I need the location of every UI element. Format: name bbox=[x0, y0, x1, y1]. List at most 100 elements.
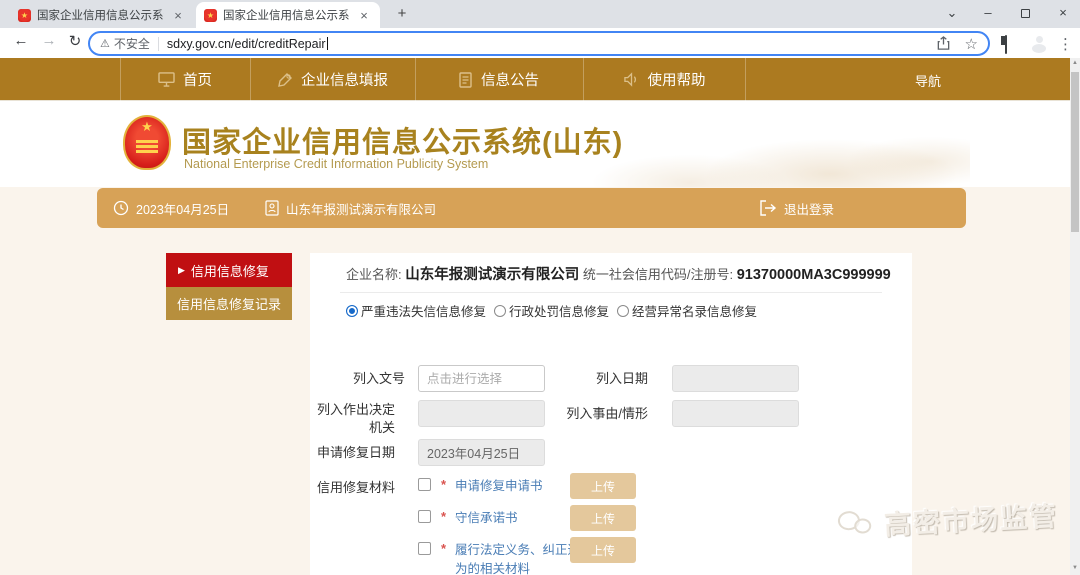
speaker-icon bbox=[623, 72, 640, 87]
nav-item-home[interactable]: 首页 bbox=[120, 58, 250, 101]
nav-divider bbox=[745, 58, 746, 101]
company-name-value: 山东年报测试演示有限公司 bbox=[405, 267, 579, 283]
text-caret bbox=[327, 37, 328, 50]
company-name-label: 企业名称: bbox=[346, 267, 402, 282]
scrollbar-thumb[interactable] bbox=[1071, 72, 1079, 232]
required-asterisk: * bbox=[441, 509, 446, 524]
divider bbox=[340, 292, 882, 293]
tab-title: 国家企业信用信息公示系统 bbox=[37, 7, 164, 23]
list-reason-input bbox=[672, 400, 799, 427]
share-icon[interactable] bbox=[936, 36, 951, 51]
materials-label: 信用修复材料 bbox=[307, 479, 395, 497]
credit-code-label: 统一社会信用代码/注册号: bbox=[583, 267, 733, 282]
radio-abnormal-list[interactable]: 经营异常名录信息修复 bbox=[617, 301, 757, 320]
tab-title: 国家企业信用信息公示系统 bbox=[223, 7, 350, 23]
list-doc-number-input[interactable] bbox=[418, 365, 545, 392]
scroll-down-icon[interactable]: ▼ bbox=[1070, 565, 1080, 571]
window-close-button[interactable]: × bbox=[1052, 4, 1074, 22]
tab-close-icon[interactable]: × bbox=[356, 8, 372, 23]
site-favicon-icon: ★ bbox=[204, 9, 217, 22]
forward-button[interactable]: → bbox=[38, 32, 60, 49]
site-subtitle: National Enterprise Credit Information P… bbox=[184, 157, 488, 171]
company-text: 山东年报测试演示有限公司 bbox=[286, 199, 436, 218]
radio-label: 经营异常名录信息修复 bbox=[632, 301, 757, 320]
header-background-art bbox=[570, 101, 970, 187]
side-panel-icon[interactable] bbox=[1005, 36, 1007, 54]
radio-icon[interactable] bbox=[494, 305, 506, 317]
sidebar-item-repair-records[interactable]: 信用信息修复记录 bbox=[166, 287, 292, 320]
upload-button-2[interactable]: 上传 bbox=[570, 505, 636, 531]
user-badge-icon bbox=[265, 200, 279, 216]
emblem-star: ★ bbox=[125, 117, 169, 137]
reload-button[interactable]: ↻ bbox=[64, 32, 86, 50]
nav-item-announcements[interactable]: 信息公告 bbox=[415, 58, 583, 101]
document-icon bbox=[459, 72, 473, 88]
list-date-input bbox=[672, 365, 799, 392]
session-info-bar: 2023年04月25日 山东年报测试演示有限公司 退出登录 bbox=[97, 188, 966, 228]
url-text[interactable]: sdxy.gov.cn/edit/creditRepair bbox=[167, 37, 326, 51]
address-bar[interactable]: ⚠ 不安全 sdxy.gov.cn/edit/creditRepair ☆ bbox=[88, 31, 990, 56]
date-text: 2023年04月25日 bbox=[136, 199, 229, 218]
nav-label: 信息公告 bbox=[481, 69, 539, 90]
monitor-icon bbox=[158, 72, 175, 87]
company-info-row: 企业名称: 山东年报测试演示有限公司 统一社会信用代码/注册号: 9137000… bbox=[346, 263, 891, 284]
logout-icon bbox=[760, 200, 777, 216]
required-asterisk: * bbox=[441, 541, 446, 556]
material-checkbox-3[interactable] bbox=[418, 542, 431, 555]
not-secure-warning-icon: ⚠ bbox=[100, 37, 110, 50]
nav-item-enterprise-filing[interactable]: 企业信息填报 bbox=[250, 58, 415, 101]
radio-serious-violation[interactable]: 严重违法失信信息修复 bbox=[346, 301, 486, 320]
required-asterisk: * bbox=[441, 477, 446, 492]
browser-menu-icon[interactable]: ⋮ bbox=[1058, 35, 1073, 53]
material-checkbox-2[interactable] bbox=[418, 510, 431, 523]
nav-label: 首页 bbox=[183, 69, 212, 90]
window-minimize-button[interactable]: – bbox=[977, 4, 999, 22]
window-restore-button[interactable] bbox=[1021, 9, 1030, 18]
radio-selected-icon[interactable] bbox=[346, 305, 358, 317]
list-doc-number-label: 列入文号 bbox=[317, 370, 405, 388]
nav-label: 使用帮助 bbox=[648, 69, 706, 90]
new-tab-button[interactable]: + bbox=[392, 4, 412, 24]
bookmark-star-icon[interactable]: ☆ bbox=[965, 35, 978, 53]
tab-search-chevron-icon[interactable]: ⌄ bbox=[941, 4, 963, 22]
repair-type-radio-group: 严重违法失信信息修复 行政处罚信息修复 经营异常名录信息修复 bbox=[346, 301, 765, 320]
nav-navigation-link[interactable]: 导航 bbox=[915, 71, 941, 90]
material-checkbox-1[interactable] bbox=[418, 478, 431, 491]
pen-icon bbox=[277, 72, 293, 88]
emblem-gate bbox=[136, 140, 158, 143]
chip-separator bbox=[158, 37, 159, 51]
credit-code-value: 91370000MA3C999999 bbox=[737, 267, 891, 283]
active-marker-icon: ▶ bbox=[178, 265, 185, 276]
tab-close-icon[interactable]: × bbox=[170, 8, 186, 23]
deciding-authority-label: 列入作出决定机关 bbox=[307, 401, 395, 436]
national-emblem-logo: ★ bbox=[123, 115, 171, 170]
current-date: 2023年04月25日 bbox=[113, 188, 229, 228]
upload-button-3[interactable]: 上传 bbox=[570, 537, 636, 563]
scroll-up-icon[interactable]: ▲ bbox=[1070, 60, 1080, 66]
sidebar-item-credit-repair[interactable]: ▶ 信用信息修复 bbox=[166, 253, 292, 287]
logged-in-company: 山东年报测试演示有限公司 bbox=[265, 188, 436, 228]
sidebar-label: 信用信息修复记录 bbox=[177, 294, 281, 313]
list-reason-label: 列入事由/情形 bbox=[540, 405, 648, 423]
clock-icon bbox=[113, 200, 129, 216]
logout-button[interactable]: 退出登录 bbox=[760, 188, 834, 228]
not-secure-label[interactable]: 不安全 bbox=[114, 35, 150, 52]
apply-date-label: 申请修复日期 bbox=[307, 444, 395, 462]
upload-button-1[interactable]: 上传 bbox=[570, 473, 636, 499]
list-date-label: 列入日期 bbox=[540, 370, 648, 388]
site-favicon-icon: ★ bbox=[18, 9, 31, 22]
radio-icon[interactable] bbox=[617, 305, 629, 317]
deciding-authority-input bbox=[418, 400, 545, 427]
logout-label: 退出登录 bbox=[784, 199, 834, 218]
browser-tab-strip: ★ 国家企业信用信息公示系统 × ★ 国家企业信用信息公示系统 × + ⌄ – … bbox=[0, 0, 1080, 28]
radio-label: 严重违法失信信息修复 bbox=[361, 301, 486, 320]
radio-admin-penalty[interactable]: 行政处罚信息修复 bbox=[494, 301, 609, 320]
sidebar-label: 信用信息修复 bbox=[191, 261, 269, 280]
nav-item-help[interactable]: 使用帮助 bbox=[583, 58, 745, 101]
back-button[interactable]: ← bbox=[10, 32, 32, 49]
browser-tab-2-active[interactable]: ★ 国家企业信用信息公示系统 × bbox=[196, 2, 380, 28]
browser-tab-1[interactable]: ★ 国家企业信用信息公示系统 × bbox=[10, 2, 194, 28]
apply-date-input bbox=[418, 439, 545, 466]
radio-label: 行政处罚信息修复 bbox=[509, 301, 609, 320]
wechat-icon bbox=[837, 507, 877, 541]
